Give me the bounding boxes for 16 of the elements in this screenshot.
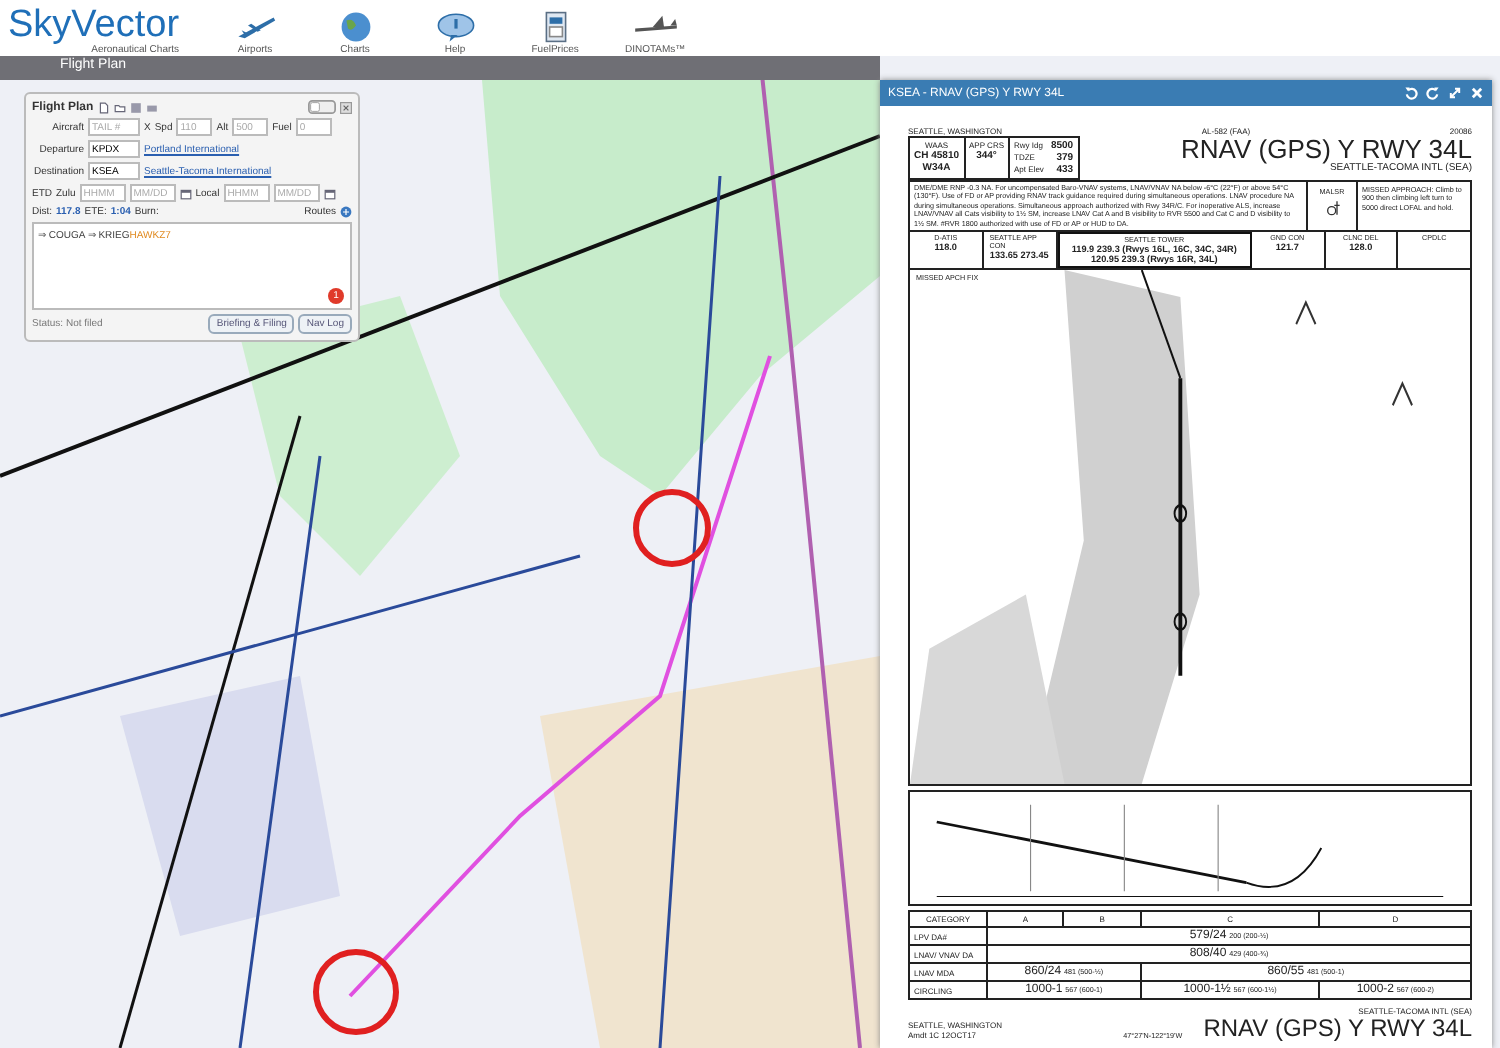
document-icon[interactable] [97, 101, 110, 113]
toggle-switch[interactable] [308, 100, 336, 114]
approach-lighting-icon [1325, 200, 1339, 217]
folder-icon[interactable] [113, 101, 126, 113]
plate-title: RNAV (GPS) Y RWY 34L [1181, 136, 1472, 162]
skyvector-logo[interactable]: SkyVector [8, 8, 180, 44]
close-icon[interactable] [340, 101, 352, 113]
obstacle-icon [1391, 380, 1414, 406]
expand-icon[interactable] [1448, 86, 1462, 100]
calendar-icon[interactable] [179, 187, 192, 199]
rotate-left-icon[interactable] [1404, 86, 1418, 100]
footer-title: RNAV (GPS) Y RWY 34L [1203, 1016, 1472, 1040]
rotate-right-icon[interactable] [1426, 86, 1440, 100]
calendar-icon[interactable] [323, 187, 336, 199]
plus-icon[interactable] [340, 206, 352, 218]
obstacle-icon [1295, 299, 1317, 325]
